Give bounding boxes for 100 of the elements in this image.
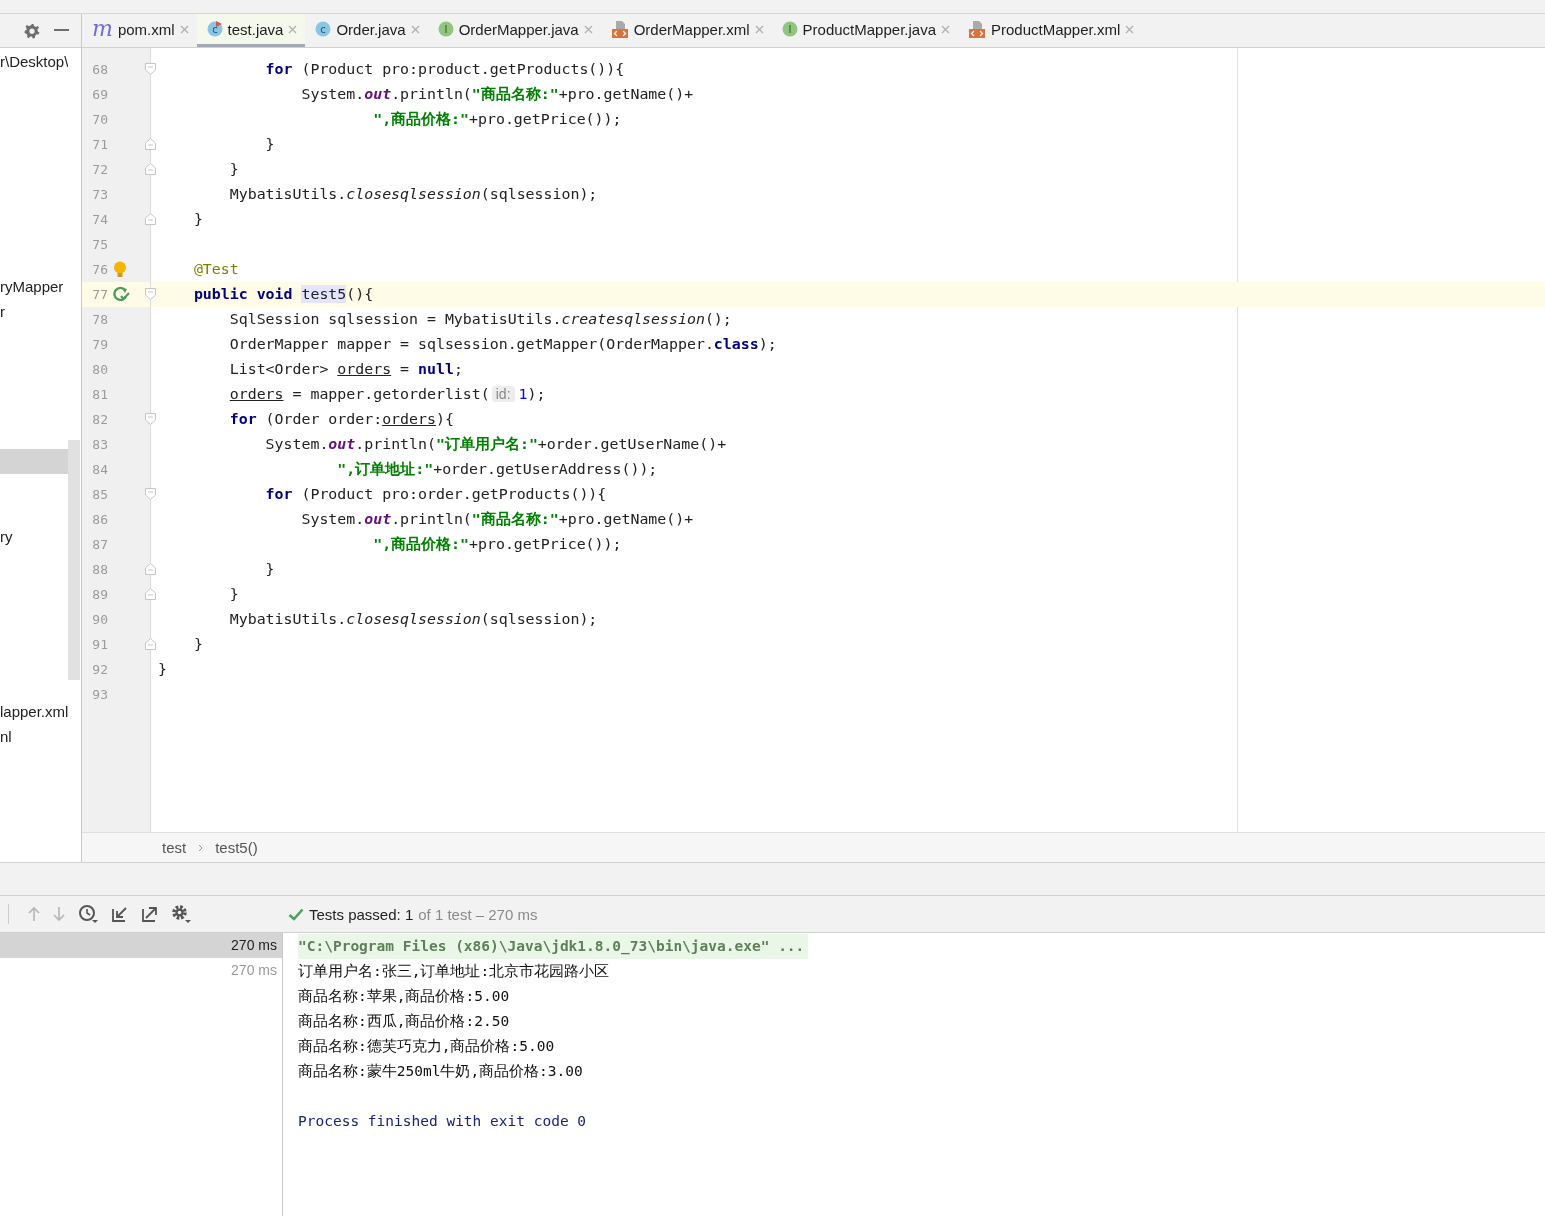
line-number: 81 <box>91 387 108 402</box>
fold-icon[interactable] <box>145 288 156 300</box>
import-icon[interactable] <box>111 905 128 923</box>
project-tree-item[interactable]: ryMapper <box>0 274 64 299</box>
clock-icon[interactable] <box>78 904 98 924</box>
code-line: } <box>264 560 275 578</box>
code-line: } <box>192 635 203 653</box>
console-output-line: 订单用户名:张三,订单地址:北京市花园路小区 <box>298 962 611 981</box>
parameter-hint: id: <box>491 386 515 402</box>
close-icon[interactable] <box>941 24 950 34</box>
line-number: 75 <box>91 237 108 252</box>
code-line: OrderMapper mapper = sqlsession.getMapper(OrderMapper.class); <box>228 335 777 353</box>
selected-tree-row[interactable] <box>0 449 68 474</box>
line-number: 79 <box>91 337 108 352</box>
chevron-icon <box>198 843 204 852</box>
fold-icon[interactable] <box>145 413 156 425</box>
fold-icon[interactable] <box>145 638 156 650</box>
line-number: 91 <box>91 637 108 652</box>
up-arrow-icon[interactable] <box>28 906 40 922</box>
scrollbar[interactable] <box>68 440 80 680</box>
code-line: orders = mapper.getorderlist( id: 1); <box>228 385 546 403</box>
code-line: } <box>228 585 239 603</box>
close-icon[interactable] <box>754 24 764 34</box>
breadcrumb-item[interactable]: test5() <box>215 839 258 856</box>
code-line: } <box>264 135 275 153</box>
code-line: MybatisUtils.closesqlsession(sqlsession); <box>228 185 598 203</box>
code-line: List<Order> orders = null; <box>228 360 463 378</box>
editor-tab[interactable]: m pom.xml <box>82 14 197 47</box>
console-output-line: 商品名称:德芙巧克力,商品价格:5.00 <box>298 1037 556 1056</box>
process-exit-message: Process finished with exit code 0 <box>298 1112 588 1131</box>
settings-icon[interactable] <box>171 904 191 924</box>
line-number: 84 <box>91 462 108 477</box>
minimize-icon[interactable] <box>54 29 69 32</box>
line-number: 82 <box>91 412 108 427</box>
line-number: 68 <box>91 62 108 77</box>
fold-icon[interactable] <box>145 63 156 75</box>
down-arrow-icon[interactable] <box>53 906 65 922</box>
line-number: 76 <box>91 262 108 277</box>
fold-icon[interactable] <box>145 138 156 150</box>
code-line: System.out.println("订单用户名:"+order.getUserName()+ <box>264 435 727 453</box>
fold-icon[interactable] <box>145 163 156 175</box>
code-line: MybatisUtils.closesqlsession(sqlsession); <box>228 610 598 628</box>
code-line: System.out.println("商品名称:"+pro.getName()+ <box>300 510 694 528</box>
xml-file-icon <box>968 20 986 38</box>
line-number: 83 <box>91 437 108 452</box>
console-output-line: 商品名称:苹果,商品价格:5.00 <box>298 987 511 1006</box>
close-icon[interactable] <box>288 24 298 34</box>
line-number: 88 <box>91 562 108 577</box>
tests-passed-label: Tests passed: 1 <box>309 905 414 923</box>
fold-icon[interactable] <box>145 213 156 225</box>
line-number: 77 <box>91 287 108 302</box>
code-line: SqlSession sqlsession = MybatisUtils.createsqlsession(); <box>228 310 732 328</box>
code-line: ",订单地址:"+order.getUserAddress()); <box>336 460 658 478</box>
run-test-icon[interactable] <box>113 286 130 302</box>
maven-icon: m <box>92 20 113 38</box>
line-number: 74 <box>91 212 108 227</box>
fold-icon[interactable] <box>145 563 156 575</box>
code-line: for (Order order:orders){ <box>228 410 454 428</box>
code-line: } <box>192 210 203 228</box>
lightbulb-icon[interactable] <box>113 261 127 278</box>
test-summary: of 1 test – 270 ms <box>418 905 538 923</box>
line-number: 90 <box>91 612 108 627</box>
xml-file-icon <box>610 20 629 38</box>
line-number: 86 <box>91 512 108 527</box>
editor-tab[interactable]: ProductMapper.xml <box>958 14 1143 47</box>
breadcrumb-item[interactable]: test <box>162 839 187 856</box>
line-number: 78 <box>91 312 108 327</box>
project-tree-item[interactable]: ry <box>0 524 13 549</box>
editor-tab[interactable]: c Order.java <box>305 14 428 47</box>
code-line: ",商品价格:"+pro.getPrice()); <box>372 535 622 553</box>
code-line: for (Product pro:order.getProducts()){ <box>264 485 607 503</box>
line-number: 89 <box>91 587 108 602</box>
line-number: 71 <box>91 137 108 152</box>
code-line: System.out.println("商品名称:"+pro.getName()+ <box>300 85 694 103</box>
class-icon: c <box>315 21 332 37</box>
line-number: 92 <box>91 662 108 677</box>
settings-icon[interactable] <box>24 22 40 39</box>
project-tree-item[interactable]: r\Desktop\ <box>0 49 69 74</box>
checkmark-icon <box>288 907 304 921</box>
fold-icon[interactable] <box>145 588 156 600</box>
close-icon[interactable] <box>179 24 189 34</box>
project-tree-item[interactable]: lapper.xml <box>0 699 68 724</box>
editor-tab[interactable]: c test.java <box>196 14 306 47</box>
close-icon[interactable] <box>583 24 593 34</box>
line-number: 80 <box>91 362 108 377</box>
fold-icon[interactable] <box>145 488 156 500</box>
line-number: 69 <box>91 87 108 102</box>
project-tree-item[interactable]: nl <box>0 724 12 749</box>
code-line: } <box>228 160 239 178</box>
test-result-row[interactable]: 270 ms <box>0 933 282 958</box>
code-line: } <box>158 660 167 678</box>
line-number: 93 <box>91 687 108 702</box>
editor-tab[interactable]: OrderMapper.xml <box>600 14 772 47</box>
project-tree-item[interactable]: r <box>0 299 5 324</box>
close-icon[interactable] <box>1125 24 1135 34</box>
close-icon[interactable] <box>410 24 420 34</box>
export-icon[interactable] <box>141 905 158 923</box>
line-number: 70 <box>91 112 108 127</box>
code-line: public void test5(){ <box>192 285 374 303</box>
console-output-line: 商品名称:西瓜,商品价格:2.50 <box>298 1012 511 1031</box>
